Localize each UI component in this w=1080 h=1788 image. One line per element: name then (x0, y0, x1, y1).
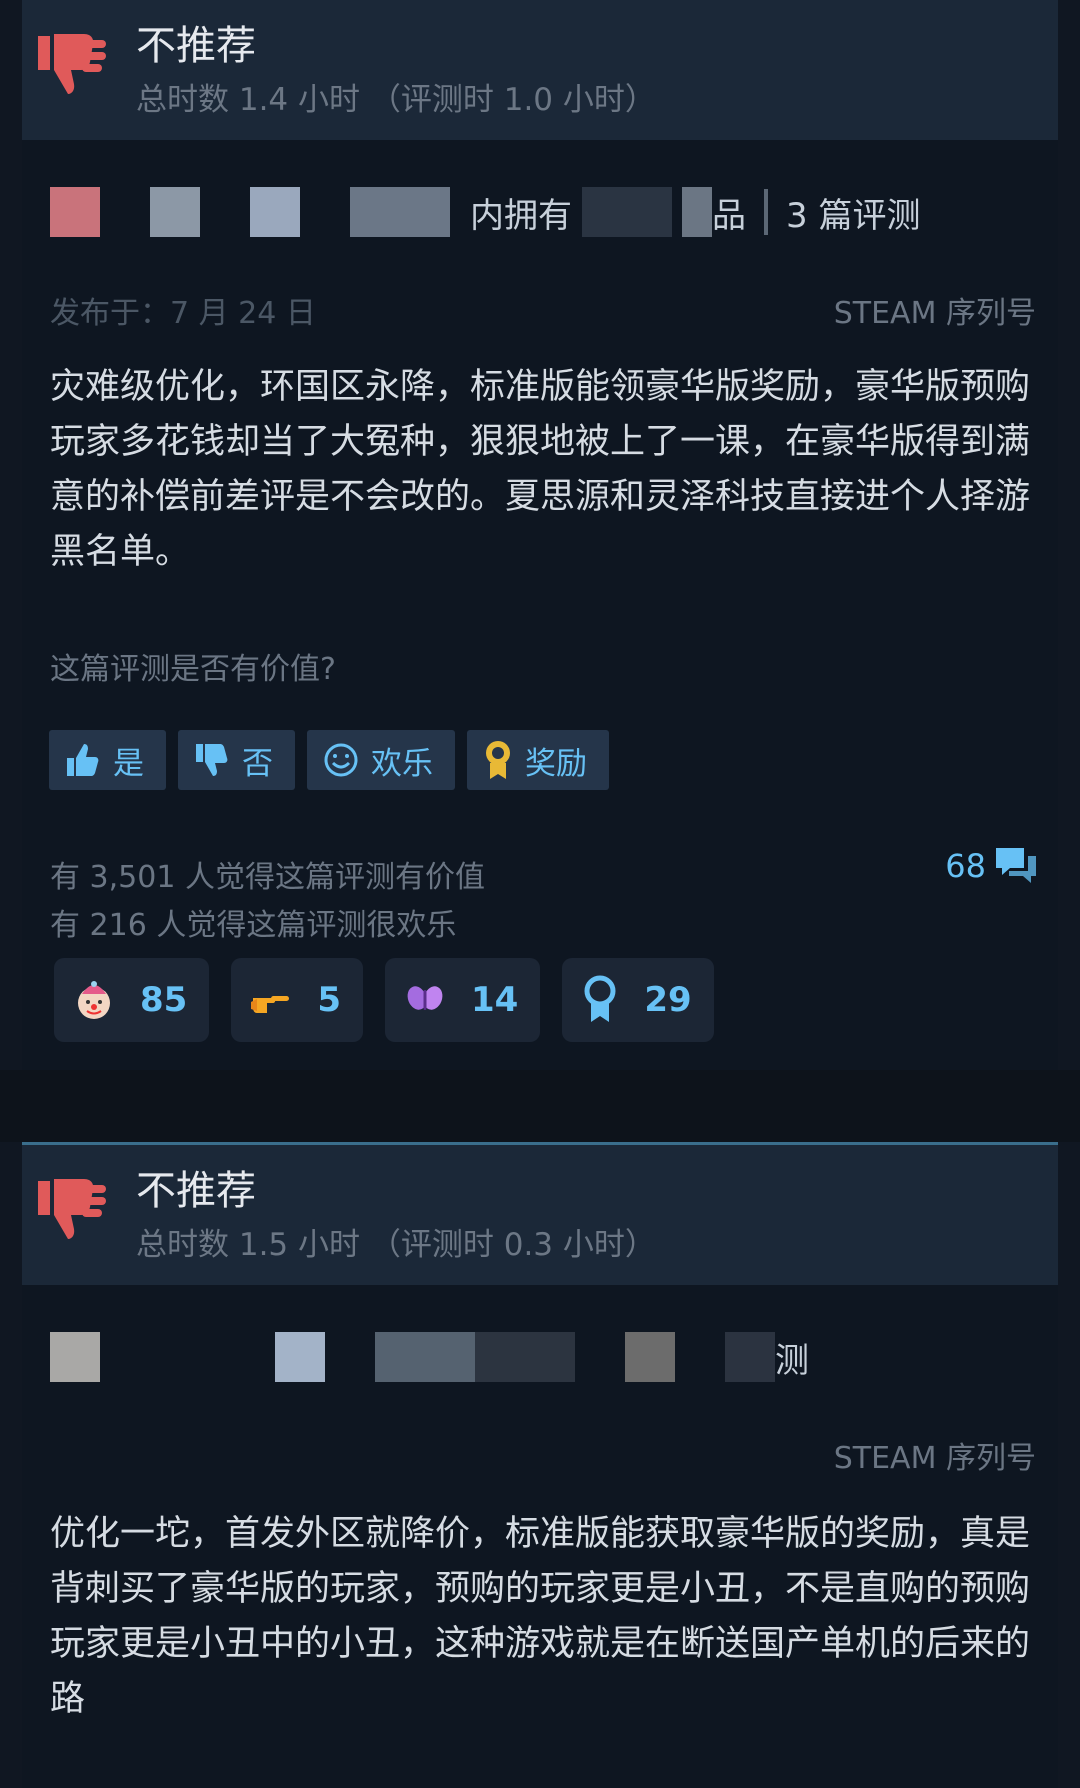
redacted-block (682, 187, 712, 237)
posted-date: 发布于：7 月 24 日 (50, 296, 316, 331)
reviews-page: 不推荐 总时数 1.4 小时 （评测时 1.0 小时） 内拥有 品 3 篇评测 … (0, 0, 1080, 1788)
review-header[interactable]: 不推荐 总时数 1.4 小时 （评测时 1.0 小时） (22, 0, 1058, 140)
author-info[interactable]: 内拥有 品 3 篇评测 (50, 186, 920, 238)
product-source: STEAM 序列号 (833, 1441, 1036, 1476)
review-card: 不推荐 总时数 1.4 小时 （评测时 1.0 小时） 内拥有 品 3 篇评测 … (22, 0, 1058, 1070)
card-gap (0, 1070, 1080, 1142)
redacted-block (250, 187, 300, 237)
award-count: 5 (317, 980, 341, 1020)
redacted-block (150, 1332, 275, 1382)
helpful-count: 有 3,501 人觉得这篇评测有价值 (50, 860, 485, 895)
thumbs-up-icon (67, 744, 99, 776)
butterfly-icon (407, 986, 443, 1010)
review-card: 不推荐 总时数 1.5 小时 （评测时 0.3 小时） 测 STEAM 序列号 … (22, 1142, 1058, 1788)
comment-count: 68 (945, 847, 986, 885)
avatar (50, 187, 100, 237)
vote-no-button[interactable]: 否 (178, 730, 295, 790)
award-medal-icon (486, 741, 510, 779)
divider (764, 189, 768, 235)
vote-buttons: 是 否 欢乐 奖励 (49, 730, 609, 790)
review-header[interactable]: 不推荐 总时数 1.5 小时 （评测时 0.3 小时） (22, 1142, 1058, 1285)
awards-received: 85 5 14 29 (54, 958, 714, 1042)
thumbs-down-icon (38, 1179, 106, 1239)
ribbon-icon (584, 975, 616, 1022)
award-pill[interactable]: 5 (231, 958, 363, 1042)
clown-face-icon (78, 981, 110, 1019)
helpful-question: 这篇评测是否有价值? (50, 652, 336, 687)
vote-funny-button[interactable]: 欢乐 (307, 730, 455, 790)
review-body: 测 STEAM 序列号 优化一坨，首发外区就降价，标准版能获取豪华版的奖励，真是… (22, 1285, 1058, 1788)
review-verdict: 不推荐 (136, 23, 256, 69)
award-pill[interactable]: 29 (562, 958, 714, 1042)
author-info[interactable]: 测 (50, 1331, 809, 1383)
review-text: 灾难级优化，环国区永降，标准版能领豪华版奖励，豪华版预购玩家多花钱却当了大冤种，… (50, 367, 1031, 572)
review-text: 优化一坨，首发外区就降价，标准版能获取豪华版的奖励，真是背刺买了豪华版的玩家，预… (50, 1514, 1031, 1719)
comments-link[interactable]: 68 (945, 844, 1038, 888)
redacted-block (375, 1332, 475, 1382)
product-source: STEAM 序列号 (833, 296, 1036, 331)
funny-count: 有 216 人觉得这篇评测很欢乐 (50, 908, 457, 943)
award-pill[interactable]: 85 (54, 958, 210, 1042)
vote-yes-button[interactable]: 是 (49, 730, 166, 790)
vote-funny-label: 欢乐 (371, 745, 433, 782)
redacted-block (582, 187, 672, 237)
review-count[interactable]: 3 篇评测 (786, 188, 920, 237)
smiley-icon (324, 743, 358, 777)
playtime-hours: 总时数 1.4 小时 （评测时 1.0 小时） (136, 82, 656, 118)
review-count[interactable]: 测 (775, 1333, 809, 1382)
review-verdict: 不推荐 (136, 1168, 256, 1214)
vote-no-label: 否 (242, 745, 273, 782)
award-count: 14 (471, 980, 519, 1020)
redacted-block (350, 187, 450, 237)
award-pill[interactable]: 14 (385, 958, 541, 1042)
award-count: 29 (644, 980, 692, 1020)
give-award-button[interactable]: 奖励 (467, 730, 609, 790)
vote-yes-label: 是 (113, 745, 144, 782)
products-text: 品 (712, 195, 746, 236)
thumbs-down-icon (196, 744, 228, 776)
redacted-block (725, 1332, 775, 1382)
redacted-block (475, 1332, 575, 1382)
redacted-block (275, 1332, 325, 1382)
pointing-hand-icon (251, 996, 290, 1013)
redacted-block (150, 187, 200, 237)
owned-games-text: 内拥有 (470, 195, 572, 236)
thumbs-down-icon (38, 34, 106, 94)
award-count: 85 (140, 980, 188, 1020)
playtime-hours: 总时数 1.5 小时 （评测时 0.3 小时） (136, 1227, 656, 1263)
give-award-label: 奖励 (525, 745, 587, 782)
review-body: 内拥有 品 3 篇评测 发布于：7 月 24 日 STEAM 序列号 灾难级优化… (22, 140, 1058, 1070)
avatar (50, 1332, 100, 1382)
comment-bubble-icon (996, 848, 1036, 883)
redacted-block (625, 1332, 675, 1382)
